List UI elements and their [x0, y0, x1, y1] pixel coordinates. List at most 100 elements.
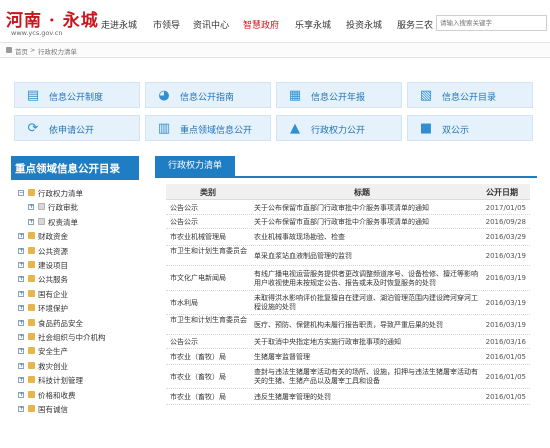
nav-item-zoujin[interactable]: 走进永城 [101, 18, 137, 31]
sidebar-item[interactable]: + 国有企业 [11, 289, 139, 300]
nav-item-leisure[interactable]: 乐享永城 [295, 18, 331, 31]
catalog-icon: ▧ [419, 88, 433, 103]
folder-icon [28, 361, 35, 369]
cell-category: 公告公示 [170, 203, 198, 212]
tile-label: 信息公开指南 [180, 93, 235, 103]
folder-icon [38, 217, 45, 225]
expand-icon[interactable]: + [18, 276, 24, 283]
cell-title-link[interactable]: 生猪屠宰监督管理 [254, 353, 478, 362]
table-row[interactable]: 市卫生和计划生育委员会 医疗、预防、保健机构未履行报告职责，导致严重后果的处罚 20… [166, 315, 530, 335]
sidebar-item[interactable]: + 救灾创业 [11, 361, 139, 372]
expand-icon[interactable]: + [18, 334, 24, 340]
expand-icon[interactable]: + [18, 391, 24, 398]
cell-date: 2016/01/05 [485, 352, 526, 361]
nav-item-invest[interactable]: 投资永城 [346, 18, 382, 31]
cell-title-link[interactable]: 农业机械事故现场勘验、检查 [254, 233, 478, 242]
sidebar-item[interactable]: + 公共资源 [11, 246, 139, 257]
tile-admin-power[interactable]: ▲ 行政权力公开 [276, 115, 402, 141]
expand-icon[interactable]: + [18, 262, 24, 268]
table-row[interactable]: 公告公示 关于公布保留市直部门行政审批中介服务事项清单的通知 2017/01/05 [166, 201, 530, 215]
sidebar-item[interactable]: + 社会组织与中介机构 [11, 332, 139, 343]
cell-title-link[interactable]: 单采血浆站血液制品管理的监罚 [254, 252, 478, 261]
sidebar-item-label: 建设项目 [38, 261, 68, 270]
tile-disclosure-guide[interactable]: ◕ 信息公开指南 [145, 82, 271, 108]
cell-title-link[interactable]: 关于取消中央指定地方实施行政审批事项的通知 [254, 338, 478, 347]
sidebar-item[interactable]: + 国有诚信 [11, 404, 139, 415]
sidebar-item[interactable]: + 行政审批 [11, 202, 139, 213]
table-row[interactable]: 公告公示 关于公布保留市直部门行政审批中介服务事项清单的通知 2016/09/28 [166, 215, 530, 229]
table-row[interactable]: 市文化广电新闻局 有线广播电视运营服务提供者更改调整频道序号、设备检修、擅迁等影响… [166, 266, 530, 291]
cell-title-link[interactable]: 医疗、预防、保健机构未履行报告职责，导致严重后果的处罚 [254, 321, 478, 330]
sidebar-item[interactable]: + 价格和收费 [11, 390, 139, 401]
sidebar-item-label: 行政权力清单 [38, 189, 83, 198]
sidebar-item[interactable]: + 科技计划管理 [11, 375, 139, 386]
expand-icon[interactable]: + [18, 406, 24, 412]
nav-item-agri[interactable]: 服务三农 [397, 18, 433, 31]
cell-category: 公告公示 [170, 217, 198, 226]
tile-key-areas[interactable]: ▥ 重点领域信息公开 [145, 115, 271, 141]
sidebar-item[interactable]: + 建设项目 [11, 260, 139, 271]
sidebar-item[interactable]: + 权责清单 [11, 217, 139, 228]
tile-dual-publicity[interactable]: ■ 双公示 [407, 115, 533, 141]
expand-icon[interactable]: + [18, 377, 24, 384]
table-row[interactable]: 市农业（畜牧）局 查封与违法生猪屠宰活动有关的场所、设施，扣押与违法生猪屠宰活动有… [166, 365, 530, 389]
sidebar-item[interactable]: + 财政资金 [11, 231, 139, 242]
cell-title-link[interactable]: 关于公布保留市直部门行政审批中介服务事项清单的通知 [254, 204, 478, 213]
sidebar-item[interactable]: − 行政权力清单 [11, 188, 139, 199]
expand-icon[interactable]: + [18, 247, 24, 254]
sidebar-item[interactable]: + 公共服务 [11, 274, 139, 285]
expand-icon[interactable]: + [28, 204, 34, 211]
cell-date: 2017/01/05 [485, 203, 526, 212]
expand-icon[interactable]: + [18, 233, 24, 240]
tile-disclosure-catalog[interactable]: ▧ 信息公开目录 [407, 82, 533, 108]
table-row[interactable]: 市水利局 未取得洪水影响评价批复擅自在建河道、湖泊管理范围内建设跨河穿河工程设施的… [166, 291, 530, 315]
search-input[interactable] [437, 16, 546, 30]
table-row[interactable]: 市卫生和计划生育委员会 单采血浆站血液制品管理的监罚 2016/03/19 [166, 246, 530, 266]
cell-title-link[interactable]: 关于公布保留市直部门行政审批中介服务事项清单的通知 [254, 218, 478, 227]
tab-admin-power-list[interactable]: 行政权力清单 [155, 156, 235, 176]
column-date: 公开日期 [486, 188, 518, 197]
cell-title-link[interactable]: 未取得洪水影响评价批复擅自在建河道、湖泊管理范围内建设跨河穿河工程设施的处罚 [254, 294, 478, 312]
sidebar-item[interactable]: + 安全生产 [11, 346, 139, 357]
expand-icon[interactable]: + [18, 290, 24, 297]
collapse-icon[interactable]: − [18, 190, 24, 196]
tile-annual-report[interactable]: ▦ 信息公开年报 [276, 82, 402, 108]
nav-item-leaders[interactable]: 市领导 [153, 18, 180, 31]
folder-icon [28, 289, 35, 297]
folder-icon [38, 203, 45, 211]
folder-icon [28, 246, 35, 254]
expand-icon[interactable]: + [18, 305, 24, 312]
sidebar-item-label: 科技计划管理 [38, 376, 83, 386]
sidebar-header: 重点领域信息公开目录 [11, 156, 139, 180]
search-box [436, 15, 547, 31]
expand-icon[interactable]: + [18, 319, 24, 326]
home-icon [6, 47, 12, 53]
tile-disclosure-system[interactable]: ▤ 信息公开制度 [14, 82, 140, 108]
cell-title-link[interactable]: 违反生猪屠宰管理的处罚 [254, 393, 478, 402]
sidebar-item[interactable]: + 环境保护 [11, 303, 139, 314]
table-row[interactable]: 公告公示 关于取消中央指定地方实施行政审批事项的通知 2016/03/16 [166, 335, 530, 349]
sidebar-item[interactable]: + 食品药品安全 [11, 318, 139, 329]
cell-title-link[interactable]: 有线广播电视运营服务提供者更改调整频道序号、设备检修、擅迁等影响用户收视使用未按… [254, 270, 478, 288]
cell-title-link[interactable]: 查封与违法生猪屠宰活动有关的场所、设施，扣押与违法生猪屠宰活动有关的生猪、生猪产… [254, 368, 478, 386]
sidebar-item-label: 救灾创业 [38, 361, 68, 371]
breadcrumb-home[interactable]: 首页 [15, 46, 28, 56]
cell-category: 市农业（畜牧）局 [170, 352, 226, 361]
folder-icon [28, 261, 35, 268]
sidebar-item-label: 财政资金 [38, 232, 68, 242]
table-row[interactable]: 市农业（畜牧）局 生猪屠宰监督管理 2016/01/05 [166, 349, 530, 365]
table-row[interactable]: 市农业机械管理局 农业机械事故现场勘验、检查 2016/03/29 [166, 229, 530, 246]
nav-item-news[interactable]: 资讯中心 [193, 18, 229, 31]
site-logo-title[interactable]: 河南 · 永城 [6, 6, 99, 31]
expand-icon[interactable]: + [28, 218, 34, 225]
expand-icon[interactable]: + [18, 348, 24, 355]
cell-date: 2016/01/05 [485, 392, 526, 401]
cell-category: 市卫生和计划生育委员会 [170, 247, 247, 255]
sidebar-item-label: 社会组织与中介机构 [38, 333, 106, 342]
cell-category: 市卫生和计划生育委员会 [170, 316, 247, 324]
expand-icon[interactable]: + [18, 362, 24, 369]
table-row[interactable]: 市农业（畜牧）局 违反生猪屠宰管理的处罚 2016/01/05 [166, 389, 530, 405]
tile-apply-disclosure[interactable]: ⟳ 依申请公开 [14, 115, 140, 141]
cell-category: 市农业（畜牧）局 [170, 372, 226, 381]
nav-item-smart-gov[interactable]: 智慧政府 [243, 18, 279, 31]
